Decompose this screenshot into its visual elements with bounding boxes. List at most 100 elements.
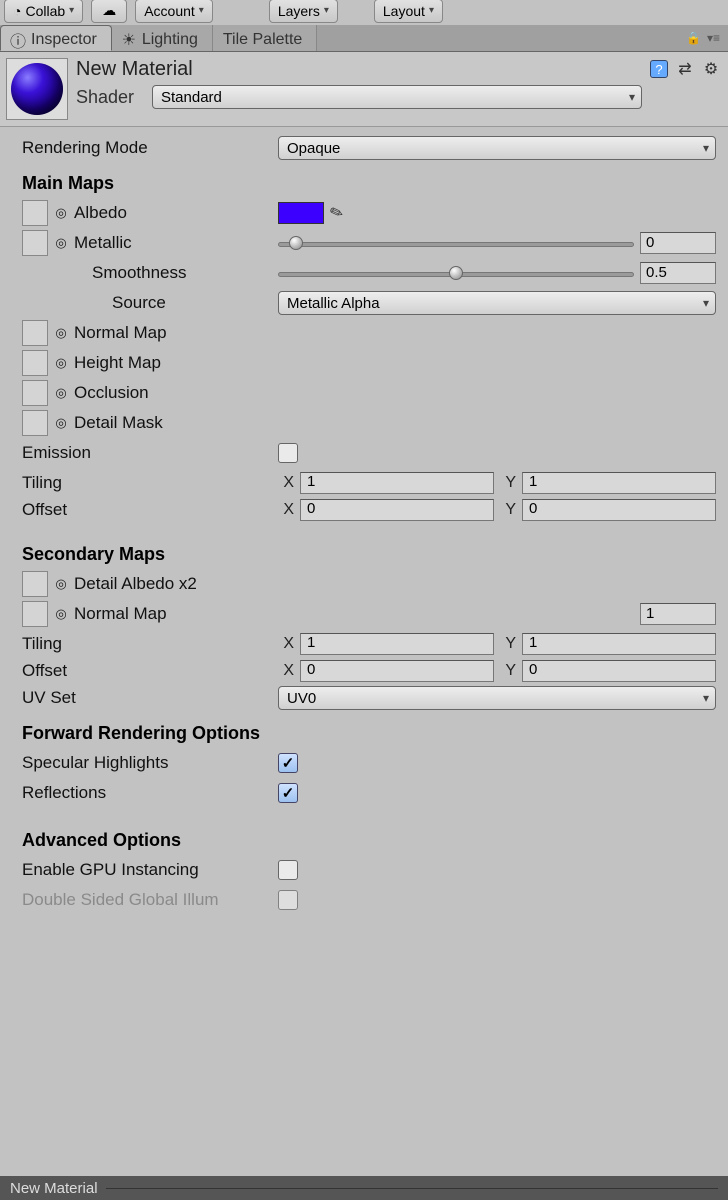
double-sided-gi-label: Double Sided Global Illum [22, 890, 219, 910]
sec-normal-value[interactable]: 1 [640, 603, 716, 625]
tab-tile-palette[interactable]: Tile Palette [213, 25, 317, 51]
albedo-color[interactable] [278, 202, 324, 224]
lighting-icon: ☀ [122, 33, 136, 47]
help-icon[interactable]: ? [650, 60, 668, 78]
smoothness-value[interactable]: 0.5 [640, 262, 716, 284]
x-label: X [278, 635, 294, 653]
detailmask-label: Detail Mask [74, 413, 163, 433]
metallic-texture-slot[interactable] [22, 230, 48, 256]
specular-label: Specular Highlights [22, 753, 168, 773]
advanced-options-header: Advanced Options [22, 808, 716, 855]
tiling-label: Tiling [22, 473, 62, 493]
albedo-picker-icon[interactable] [54, 206, 68, 220]
metallic-value[interactable]: 0 [640, 232, 716, 254]
y-label: Y [500, 501, 516, 519]
x-label: X [278, 662, 294, 680]
layers-dropdown[interactable]: Layers▾ [269, 0, 338, 23]
preset-icon[interactable]: ⇄ [676, 60, 694, 78]
detailmask-texture-slot[interactable] [22, 410, 48, 436]
material-name[interactable]: New Material [76, 58, 642, 81]
metallic-label: Metallic [74, 233, 132, 253]
source-dropdown[interactable]: Metallic Alpha [278, 291, 716, 315]
gpu-instancing-checkbox[interactable] [278, 860, 298, 880]
tab-label: Inspector [31, 31, 97, 49]
secondary-maps-header: Secondary Maps [22, 522, 716, 569]
specular-checkbox[interactable] [278, 753, 298, 773]
y-label: Y [500, 474, 516, 492]
forward-rendering-header: Forward Rendering Options [22, 713, 716, 748]
x-label: X [278, 474, 294, 492]
albedo-texture-slot[interactable] [22, 200, 48, 226]
gear-icon[interactable]: ⚙ [702, 60, 720, 78]
tab-label: Tile Palette [223, 31, 302, 49]
gpu-instancing-label: Enable GPU Instancing [22, 860, 199, 880]
menu-icon[interactable]: ▾≡ [707, 31, 720, 45]
offset-label: Offset [22, 500, 67, 520]
offset-y[interactable]: 0 [522, 499, 716, 521]
reflections-checkbox[interactable] [278, 783, 298, 803]
x-label: X [278, 501, 294, 519]
tab-bar: ⓘ Inspector ☀ Lighting Tile Palette 🔒 ▾≡ [0, 25, 728, 52]
material-preview[interactable] [6, 58, 68, 120]
sec-offset-label: Offset [22, 661, 67, 681]
rendering-mode-dropdown[interactable]: Opaque [278, 136, 716, 160]
sec-offset-y[interactable]: 0 [522, 660, 716, 682]
tiling-y[interactable]: 1 [522, 472, 716, 494]
sec-tiling-label: Tiling [22, 634, 62, 654]
shader-dropdown[interactable]: Standard [152, 85, 642, 109]
sec-normal-texture-slot[interactable] [22, 601, 48, 627]
sec-normal-label: Normal Map [74, 604, 167, 624]
cloud-button[interactable]: ☁ [91, 0, 127, 23]
uvset-label: UV Set [22, 688, 76, 708]
eyedropper-icon[interactable]: ✎ [327, 201, 346, 224]
tab-label: Lighting [142, 31, 198, 49]
detail-albedo-label: Detail Albedo x2 [74, 574, 197, 594]
double-sided-gi-checkbox [278, 890, 298, 910]
top-toolbar: ◔Collab▾ ☁ Account▾ Layers▾ Layout▾ [0, 0, 728, 25]
smoothness-label: Smoothness [92, 263, 187, 283]
collab-dropdown[interactable]: ◔Collab▾ [4, 0, 83, 23]
reflections-label: Reflections [22, 783, 106, 803]
sec-tiling-x[interactable]: 1 [300, 633, 494, 655]
inspector-body: Rendering Mode Opaque Main Maps Albedo ✎… [0, 127, 728, 915]
offset-x[interactable]: 0 [300, 499, 494, 521]
y-label: Y [500, 662, 516, 680]
detail-albedo-texture-slot[interactable] [22, 571, 48, 597]
info-icon: ⓘ [11, 33, 25, 47]
preview-footer[interactable]: New Material [0, 1176, 728, 1200]
footer-title: New Material [10, 1180, 98, 1197]
shader-label: Shader [76, 87, 144, 108]
rendering-mode-label: Rendering Mode [22, 138, 272, 158]
layout-dropdown[interactable]: Layout▾ [374, 0, 443, 23]
normal-picker-icon[interactable] [54, 326, 68, 340]
height-texture-slot[interactable] [22, 350, 48, 376]
emission-label: Emission [22, 443, 91, 463]
height-label: Height Map [74, 353, 161, 373]
normal-label: Normal Map [74, 323, 167, 343]
occlusion-picker-icon[interactable] [54, 386, 68, 400]
lock-icon[interactable]: 🔒 [686, 31, 701, 45]
metallic-picker-icon[interactable] [54, 236, 68, 250]
main-maps-header: Main Maps [22, 163, 716, 198]
sec-tiling-y[interactable]: 1 [522, 633, 716, 655]
albedo-label: Albedo [74, 203, 127, 223]
detail-albedo-picker-icon[interactable] [54, 577, 68, 591]
tiling-x[interactable]: 1 [300, 472, 494, 494]
tab-inspector[interactable]: ⓘ Inspector [0, 25, 112, 51]
account-dropdown[interactable]: Account▾ [135, 0, 213, 23]
sec-normal-picker-icon[interactable] [54, 607, 68, 621]
emission-checkbox[interactable] [278, 443, 298, 463]
occlusion-texture-slot[interactable] [22, 380, 48, 406]
sec-offset-x[interactable]: 0 [300, 660, 494, 682]
occlusion-label: Occlusion [74, 383, 149, 403]
tab-lighting[interactable]: ☀ Lighting [112, 25, 213, 51]
y-label: Y [500, 635, 516, 653]
uvset-dropdown[interactable]: UV0 [278, 686, 716, 710]
source-label: Source [112, 293, 166, 313]
material-header: New Material Shader Standard ? ⇄ ⚙ [0, 52, 728, 127]
detailmask-picker-icon[interactable] [54, 416, 68, 430]
smoothness-slider[interactable] [278, 263, 634, 283]
metallic-slider[interactable] [278, 233, 634, 253]
normal-texture-slot[interactable] [22, 320, 48, 346]
height-picker-icon[interactable] [54, 356, 68, 370]
